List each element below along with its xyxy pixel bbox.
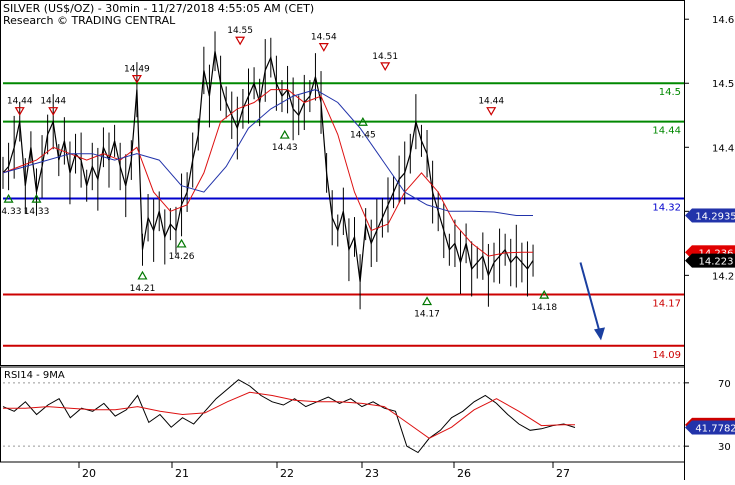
- chart-stage: 14.214.314.414.514.614.514.4414.3214.171…: [0, 0, 735, 480]
- y-tick-label: 14.6: [712, 15, 734, 26]
- rsi-value-box: 41.7782: [695, 424, 735, 435]
- x-tick-label: 27: [556, 467, 570, 480]
- swing-high-label: 14.44: [40, 97, 66, 107]
- forecast-arrow-shaft: [579, 262, 601, 334]
- swing-high-marker: [380, 62, 391, 72]
- ma-slow-value-box: 14.2935: [695, 211, 735, 222]
- price-series-line: [2, 51, 534, 282]
- swing-high-label: 14.44: [478, 97, 504, 107]
- swing-high-marker: [235, 36, 246, 46]
- level-label-support: 14.17: [652, 299, 681, 310]
- level-label-resistance: 14.44: [652, 126, 681, 137]
- rsi-tick-label: 30: [718, 442, 731, 453]
- rsi-line: [2, 379, 576, 454]
- swing-high-label: 14.51: [372, 52, 398, 62]
- swing-low-marker: [137, 270, 148, 280]
- rsi-tick-label: 70: [718, 379, 731, 390]
- swing-low-label: 14.33: [0, 207, 21, 217]
- current-price-box: 14.223: [699, 257, 734, 268]
- swing-low-marker: [176, 238, 187, 248]
- swing-low-label: 14.45: [350, 130, 376, 140]
- swing-low-marker: [279, 129, 290, 139]
- swing-low-label: 14.33: [24, 207, 50, 217]
- swing-high-marker: [486, 107, 497, 116]
- swing-high-marker: [318, 43, 329, 52]
- ma-fast-line: [2, 89, 533, 257]
- swing-high-label: 14.44: [7, 97, 33, 107]
- level-label-support: 14.09: [652, 350, 681, 361]
- chart-source: Research © TRADING CENTRAL: [3, 14, 176, 27]
- y-tick-label: 14.4: [712, 143, 734, 154]
- rsi-plot-frame: [0, 366, 685, 463]
- main-plot-frame: [0, 0, 685, 366]
- y-tick-label: 14.5: [712, 79, 734, 90]
- level-label-pivot: 14.32: [652, 203, 681, 214]
- x-tick-label: 23: [365, 467, 379, 480]
- ma-slow-value-box-pointer: [685, 208, 692, 223]
- swing-low-label: 14.21: [130, 284, 156, 294]
- rsi-title: RSI14 - 9MA: [4, 370, 65, 381]
- ma-slow-line: [2, 89, 533, 216]
- forecast-arrow-head: [594, 327, 605, 341]
- swing-high-label: 14.49: [124, 65, 150, 75]
- swing-low-label: 14.17: [414, 310, 440, 320]
- rsi-ma-line: [3, 391, 575, 439]
- x-tick-label: 20: [82, 467, 96, 480]
- chart-svg: 14.214.314.414.514.614.514.4414.3214.171…: [0, 0, 735, 480]
- level-label-resistance: 14.5: [659, 87, 681, 98]
- x-tick-label: 26: [457, 467, 471, 480]
- swing-low-marker: [422, 296, 433, 306]
- x-tick-label: 22: [280, 467, 294, 480]
- swing-high-label: 14.55: [227, 26, 253, 36]
- y-tick-label: 14.2: [712, 271, 734, 282]
- swing-high-label: 14.54: [311, 33, 337, 43]
- swing-low-label: 14.18: [531, 303, 557, 313]
- swing-low-label: 14.26: [169, 252, 195, 262]
- x-tick-label: 21: [175, 467, 189, 480]
- swing-low-label: 14.43: [272, 143, 298, 153]
